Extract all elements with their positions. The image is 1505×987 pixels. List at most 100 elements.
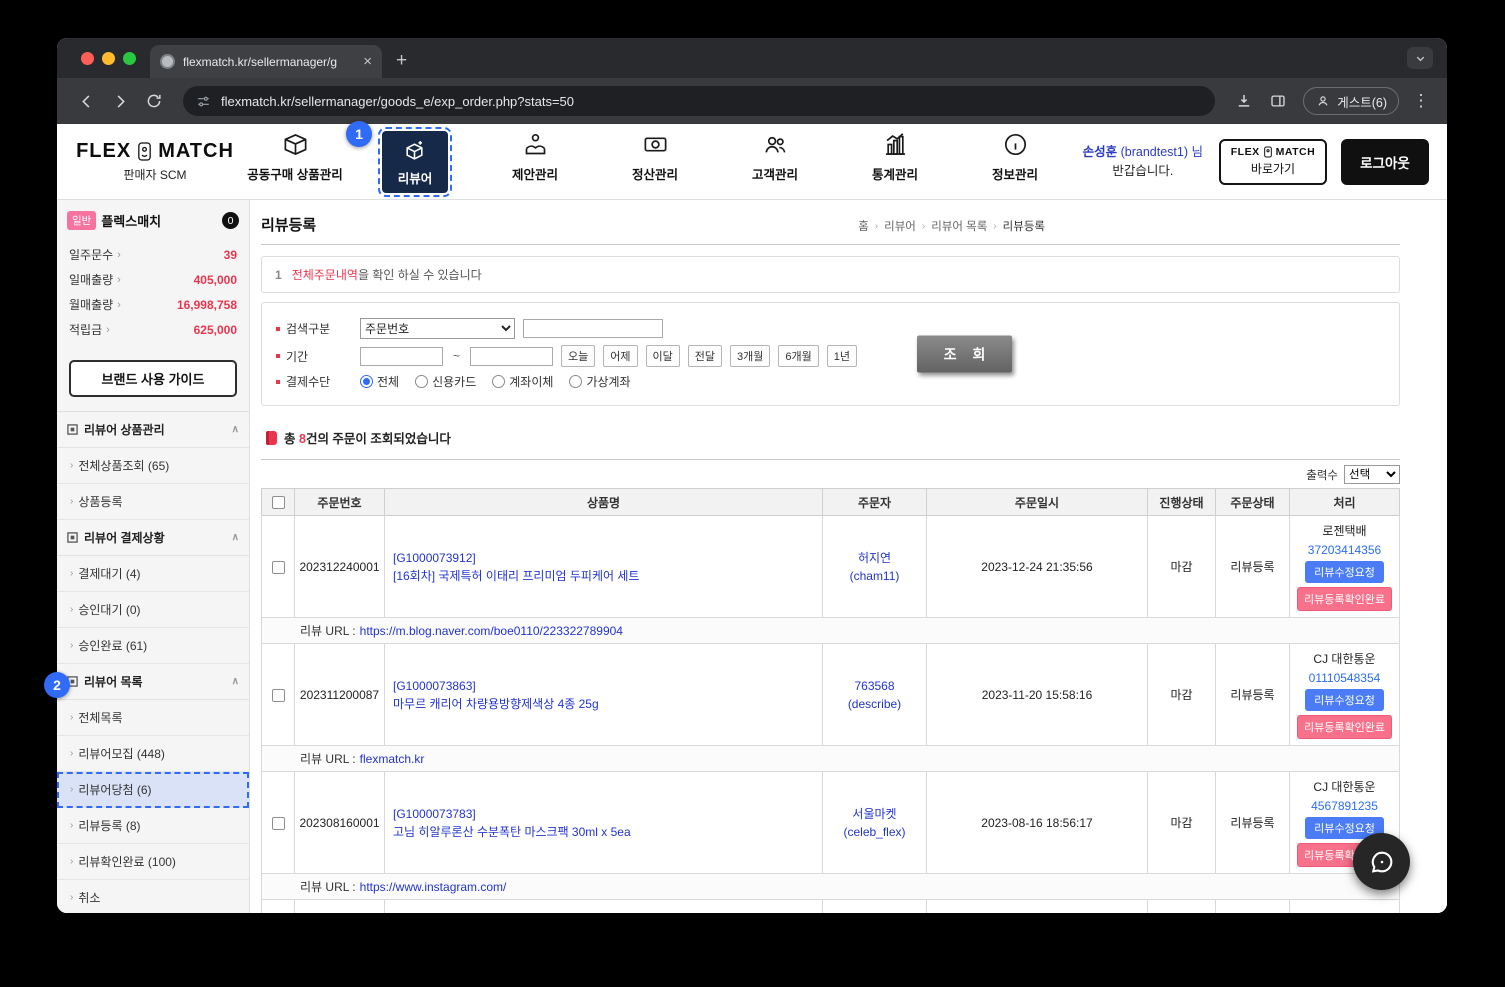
- sidebar-item-review-register[interactable]: › 리뷰등록 (8): [57, 808, 249, 844]
- breadcrumb-reviewer-list[interactable]: 리뷰어 목록: [931, 218, 987, 234]
- nav-item-group-buy-products[interactable]: 공동구매 상품관리: [235, 131, 355, 193]
- search-type-select[interactable]: 주문번호: [360, 318, 515, 339]
- address-bar[interactable]: flexmatch.kr/sellermanager/goods_e/exp_o…: [183, 86, 1216, 116]
- download-button[interactable]: [1229, 86, 1259, 116]
- flexmatch-logo[interactable]: FLEX MATCH 판매자 SCM: [75, 140, 235, 183]
- chevron-right-icon: ›: [117, 248, 121, 261]
- output-count-select[interactable]: 선택: [1344, 465, 1400, 484]
- payment-option-all[interactable]: 전체: [360, 373, 399, 390]
- sidebar-item-payment-pending[interactable]: › 결제대기 (4): [57, 556, 249, 592]
- flexmatch-shortcut-button[interactable]: FLEX MATCH 바로가기: [1219, 138, 1327, 185]
- payment-option-virtual-account[interactable]: 가상계좌: [569, 373, 631, 390]
- user-name[interactable]: 손성훈: [1083, 145, 1118, 159]
- payment-option-credit-card[interactable]: 신용카드: [415, 373, 476, 390]
- window-minimize-button[interactable]: [102, 52, 115, 65]
- stat-reward-points[interactable]: 적립금 › 625,000: [69, 321, 237, 338]
- stat-daily-sales[interactable]: 일매출량 › 405,000: [69, 271, 237, 288]
- nav-item-settlement-management[interactable]: 정산관리: [595, 131, 715, 193]
- sidebar: 일반 플렉스매치 0 일주문수 › 39 일매출량 › 405,000 월매출량…: [57, 200, 250, 913]
- sidebar-section-reviewer-products[interactable]: 리뷰어 상품관리 ∧: [57, 412, 249, 448]
- period-6-months-button[interactable]: 6개월: [778, 345, 819, 367]
- stat-monthly-sales[interactable]: 월매출량 › 16,998,758: [69, 296, 237, 313]
- period-end-input[interactable]: [470, 346, 554, 366]
- review-url-link[interactable]: https://www.instagram.com/: [360, 880, 507, 894]
- product-link[interactable]: [G1000073912] [16회차] 국제특허 이태리 프리미엄 두피케어 세…: [393, 549, 814, 585]
- order-status: 리뷰등록: [1215, 771, 1290, 874]
- orderer-link[interactable]: 763568 (describe): [823, 677, 926, 713]
- period-today-button[interactable]: 오늘: [561, 345, 596, 367]
- product-link[interactable]: [G1000073783] 고님 히알루론산 수분폭탄 마스크팩 30ml x 5…: [393, 805, 814, 841]
- window-zoom-button[interactable]: [123, 52, 136, 65]
- nav-label: 공동구매 상품관리: [247, 167, 343, 182]
- nav-item-reviewer[interactable]: 리뷰어: [355, 126, 475, 197]
- output-count-control: 출력수 선택: [261, 465, 1400, 484]
- col-header-process: 처리: [1289, 488, 1400, 516]
- select-all-checkbox[interactable]: [271, 496, 285, 510]
- period-start-input[interactable]: [360, 346, 443, 366]
- orderer-link[interactable]: 허지연 (cham11): [823, 549, 926, 585]
- sidebar-item-all-products[interactable]: › 전체상품조회 (65): [57, 448, 249, 484]
- sidebar-item-full-list[interactable]: › 전체목록: [57, 700, 249, 736]
- sidebar-section-reviewer-list[interactable]: 리뷰어 목록 ∧: [57, 664, 249, 700]
- search-submit-button[interactable]: 조 회: [917, 335, 1012, 373]
- nav-item-info-management[interactable]: 정보관리: [955, 131, 1075, 193]
- period-3-months-button[interactable]: 3개월: [730, 345, 771, 367]
- logout-button[interactable]: 로그아웃: [1341, 138, 1429, 185]
- product-link[interactable]: [G1000073863] 마무르 캐리어 차량용방향제색상 4종 25g: [393, 677, 814, 713]
- tracking-number-link[interactable]: 37203414356: [1308, 543, 1381, 557]
- payment-method-label: 결제수단: [286, 375, 331, 389]
- breadcrumb-home[interactable]: 홈: [858, 218, 869, 234]
- period-this-month-button[interactable]: 이달: [645, 345, 680, 367]
- sidebar-section-reviewer-payments[interactable]: 리뷰어 결제상황 ∧: [57, 520, 249, 556]
- people-icon: [764, 136, 785, 153]
- nav-item-customer-management[interactable]: 고객관리: [715, 131, 835, 193]
- side-panel-button[interactable]: [1263, 86, 1293, 116]
- sidebar-item-cancel[interactable]: › 취소: [57, 880, 249, 913]
- review-confirm-complete-button[interactable]: 리뷰등록확인완료: [1297, 587, 1392, 611]
- row-checkbox[interactable]: [271, 560, 285, 574]
- tracking-number-link[interactable]: 01110548354: [1309, 671, 1381, 685]
- stat-daily-orders[interactable]: 일주문수 › 39: [69, 246, 237, 263]
- notification-badge[interactable]: 0: [222, 212, 239, 229]
- sidebar-item-reviewer-recruit[interactable]: › 리뷰어모집 (448): [57, 736, 249, 772]
- tab-close-icon[interactable]: ×: [363, 54, 372, 69]
- breadcrumb-reviewer[interactable]: 리뷰어: [884, 218, 916, 234]
- new-tab-button[interactable]: +: [396, 50, 407, 72]
- review-edit-request-button[interactable]: 리뷰수정요청: [1305, 689, 1384, 711]
- chat-widget-button[interactable]: [1353, 833, 1410, 890]
- sidebar-item-approval-complete[interactable]: › 승인완료 (61): [57, 628, 249, 664]
- tracking-number-link[interactable]: 4567891235: [1311, 799, 1378, 813]
- browser-menu-button[interactable]: ⋮: [1409, 91, 1433, 111]
- order-status: 리뷰등록: [1215, 643, 1290, 746]
- reload-button[interactable]: [139, 86, 169, 116]
- window-close-button[interactable]: [81, 52, 94, 65]
- nav-item-proposal-management[interactable]: 제안관리: [475, 131, 595, 193]
- nav-item-statistics-management[interactable]: 통계관리: [835, 131, 955, 193]
- sidebar-item-approval-pending[interactable]: › 승인대기 (0): [57, 592, 249, 628]
- browser-profile-button[interactable]: 게스트(6): [1303, 87, 1399, 115]
- period-1-year-button[interactable]: 1년: [826, 345, 857, 367]
- progress-status: 마감: [1147, 515, 1216, 618]
- period-last-month-button[interactable]: 전달: [687, 345, 723, 367]
- progress-status: 마감: [1147, 643, 1216, 746]
- chevron-right-icon: ›: [70, 856, 74, 867]
- brand-guide-button[interactable]: 브랜드 사용 가이드: [69, 360, 237, 397]
- review-edit-request-button[interactable]: 리뷰수정요청: [1305, 561, 1384, 583]
- period-yesterday-button[interactable]: 어제: [603, 345, 638, 367]
- browser-tab[interactable]: flexmatch.kr/sellermanager/g ×: [150, 45, 382, 78]
- orderer-link[interactable]: 서울마켓 (celeb_flex): [823, 805, 926, 841]
- review-url-link[interactable]: https://m.blog.naver.com/boe0110/2233227…: [360, 624, 623, 638]
- row-checkbox[interactable]: [271, 816, 285, 830]
- forward-button[interactable]: [105, 86, 135, 116]
- tab-search-button[interactable]: [1407, 47, 1433, 69]
- sidebar-item-reviewer-winners[interactable]: › 리뷰어당첨 (6): [57, 772, 249, 808]
- payment-option-bank-transfer[interactable]: 계좌이체: [492, 373, 553, 390]
- search-keyword-input[interactable]: [523, 319, 663, 338]
- review-confirm-complete-button[interactable]: 리뷰등록확인완료: [1297, 715, 1392, 739]
- sidebar-item-product-register[interactable]: › 상품등록: [57, 484, 249, 520]
- browser-toolbar: flexmatch.kr/sellermanager/goods_e/exp_o…: [57, 78, 1447, 124]
- back-button[interactable]: [71, 86, 101, 116]
- sidebar-item-review-confirmed[interactable]: › 리뷰확인완료 (100): [57, 844, 249, 880]
- row-checkbox[interactable]: [271, 688, 285, 702]
- review-url-link[interactable]: flexmatch.kr: [360, 752, 425, 766]
